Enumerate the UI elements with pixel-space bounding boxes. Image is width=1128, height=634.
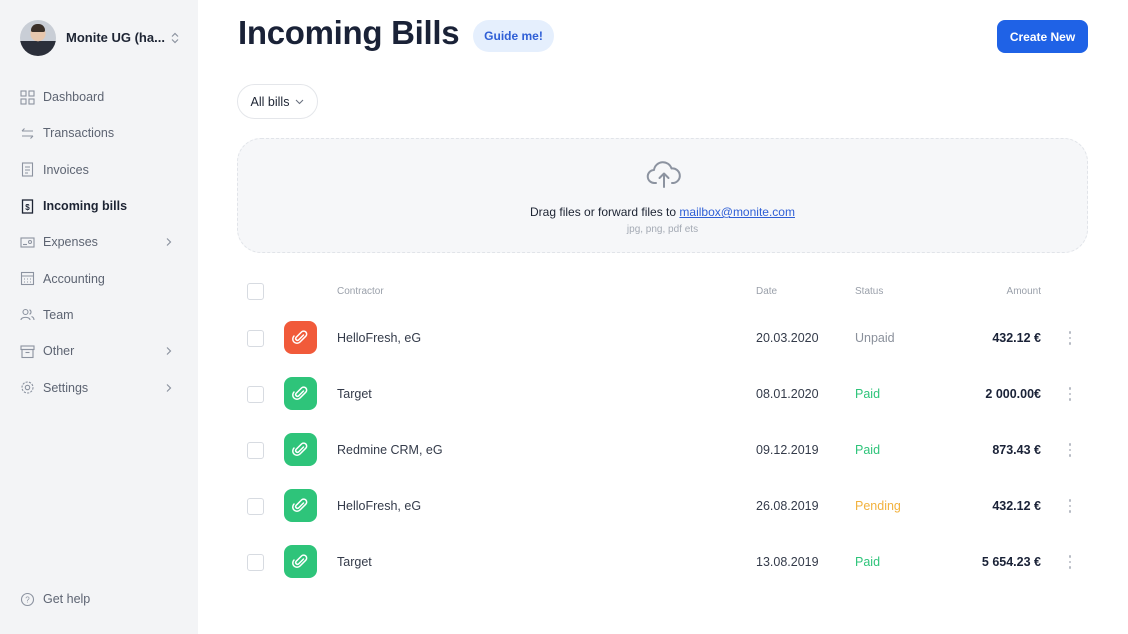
attachment-icon — [284, 377, 317, 410]
contractor-name: Redmine CRM, eG — [337, 443, 443, 457]
contractor-name: HelloFresh, eG — [337, 331, 422, 345]
bill-amount: 2 000.00€ — [985, 387, 1041, 401]
get-help-label: Get help — [43, 592, 91, 606]
row-checkbox[interactable] — [247, 386, 264, 403]
attachment-icon — [284, 489, 317, 522]
chevron-down-icon — [296, 99, 304, 104]
bill-date: 09.12.2019 — [756, 443, 819, 457]
sidebar-item-label: Settings — [43, 380, 89, 395]
contractor-name: HelloFresh, eG — [337, 499, 422, 513]
avatar — [20, 19, 56, 56]
sidebar-item-label: Incoming bills — [43, 199, 128, 214]
column-header-contractor: Contractor — [337, 286, 384, 297]
more-options-icon[interactable] — [1064, 384, 1076, 404]
chevron-right-icon — [166, 383, 172, 392]
table-row[interactable]: HelloFresh, eG 20.03.2020 Unpaid 432.12 … — [237, 310, 1088, 366]
bill-date: 26.08.2019 — [756, 499, 819, 513]
table-row[interactable]: HelloFresh, eG 26.08.2019 Pending 432.12… — [237, 478, 1088, 534]
account-switcher[interactable]: Monite UG (ha... — [20, 19, 179, 56]
sidebar-item-transactions[interactable]: Transactions — [0, 115, 198, 151]
bill-amount: 432.12 € — [992, 331, 1041, 345]
bill-date: 13.08.2019 — [756, 555, 819, 569]
invoices-icon — [20, 162, 35, 177]
attachment-icon — [284, 321, 317, 354]
sidebar-item-team[interactable]: Team — [0, 297, 198, 333]
column-header-date: Date — [756, 286, 778, 297]
account-name: Monite UG (ha... — [66, 30, 165, 45]
chevron-up-down-icon — [171, 32, 179, 44]
status-badge: Paid — [855, 443, 881, 457]
attachment-icon — [284, 545, 317, 578]
dropzone-text: Drag files or forward files to mailbox@m… — [238, 205, 1087, 219]
status-badge: Paid — [855, 555, 881, 569]
row-checkbox[interactable] — [247, 554, 264, 571]
contractor-name: Target — [337, 555, 372, 569]
status-badge: Unpaid — [855, 331, 895, 345]
archive-icon — [20, 344, 35, 359]
attachment-icon — [284, 433, 317, 466]
sidebar-item-accounting[interactable]: Accounting — [0, 260, 198, 296]
sidebar-item-expenses[interactable]: Expenses — [0, 224, 198, 260]
transactions-icon — [20, 126, 35, 141]
more-options-icon[interactable] — [1064, 440, 1076, 460]
expenses-icon — [20, 235, 35, 250]
sidebar-item-incoming-bills[interactable]: $ Incoming bills — [0, 188, 198, 224]
sidebar-item-invoices[interactable]: Invoices — [0, 152, 198, 188]
row-checkbox[interactable] — [247, 330, 264, 347]
row-checkbox[interactable] — [247, 442, 264, 459]
file-dropzone[interactable]: Drag files or forward files to mailbox@m… — [237, 138, 1088, 253]
svg-text:?: ? — [25, 595, 30, 604]
sidebar-nav: Dashboard Transactions Invoices $ Incomi… — [0, 79, 198, 406]
column-header-status: Status — [855, 286, 884, 297]
cloud-upload-icon — [646, 161, 681, 188]
page-title: Incoming Bills — [238, 14, 460, 51]
chevron-right-icon — [166, 238, 172, 247]
dashboard-icon — [20, 90, 35, 105]
get-help-link[interactable]: ? Get help — [20, 590, 90, 608]
sidebar-item-dashboard[interactable]: Dashboard — [0, 79, 198, 115]
status-badge: Paid — [855, 387, 881, 401]
dropzone-file-types: jpg, png, pdf ets — [626, 224, 699, 235]
guide-me-button[interactable]: Guide me! — [473, 20, 554, 52]
chevron-right-icon — [166, 347, 172, 356]
dropzone-instruction: Drag files or forward files to — [530, 205, 680, 219]
table-header: Contractor Date Status Amount — [237, 282, 1088, 302]
create-new-button[interactable]: Create New — [997, 20, 1088, 53]
status-badge: Pending — [855, 499, 901, 513]
bill-amount: 873.43 € — [992, 443, 1041, 457]
svg-text:$: $ — [25, 203, 30, 212]
sidebar-item-settings[interactable]: Settings — [0, 369, 198, 405]
bill-amount: 432.12 € — [992, 499, 1041, 513]
bill-amount: 5 654.23 € — [981, 555, 1041, 569]
row-checkbox[interactable] — [247, 498, 264, 515]
help-icon: ? — [20, 592, 35, 607]
bills-filter-dropdown[interactable]: All bills — [237, 84, 318, 119]
sidebar-item-label: Transactions — [43, 126, 115, 141]
more-options-icon[interactable] — [1064, 552, 1076, 572]
table-row[interactable]: Target 08.01.2020 Paid 2 000.00€ — [237, 366, 1088, 422]
sidebar-item-other[interactable]: Other — [0, 333, 198, 369]
sidebar-item-label: Invoices — [43, 162, 89, 177]
more-options-icon[interactable] — [1064, 328, 1076, 348]
more-options-icon[interactable] — [1064, 496, 1076, 516]
sidebar-item-label: Dashboard — [43, 90, 105, 105]
incoming-bills-icon: $ — [20, 198, 35, 214]
accounting-icon — [20, 271, 35, 286]
gear-icon — [20, 380, 35, 395]
table-row[interactable]: Redmine CRM, eG 09.12.2019 Paid 873.43 € — [237, 422, 1088, 478]
sidebar-item-label: Expenses — [43, 235, 98, 250]
select-all-checkbox[interactable] — [247, 283, 264, 300]
sidebar-item-label: Team — [43, 307, 74, 322]
mailbox-email-link[interactable]: mailbox@monite.com — [679, 205, 795, 219]
sidebar-item-label: Other — [43, 344, 75, 359]
bill-date: 08.01.2020 — [756, 387, 819, 401]
column-header-amount: Amount — [1006, 286, 1041, 297]
bill-date: 20.03.2020 — [756, 331, 819, 345]
sidebar: Monite UG (ha... Dashboard Transactions … — [0, 0, 198, 634]
filter-label: All bills — [250, 94, 290, 109]
contractor-name: Target — [337, 387, 372, 401]
sidebar-item-label: Accounting — [43, 271, 105, 286]
table-row[interactable]: Target 13.08.2019 Paid 5 654.23 € — [237, 534, 1088, 590]
team-icon — [20, 307, 35, 322]
